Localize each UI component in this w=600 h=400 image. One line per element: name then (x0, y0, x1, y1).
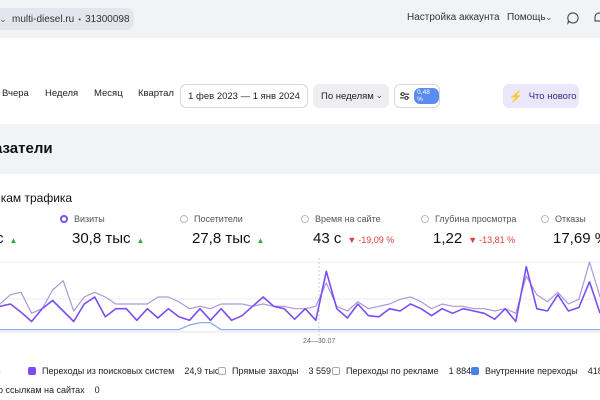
account-settings-link[interactable]: Настройка аккаунта (407, 12, 500, 23)
legend-item-direct[interactable]: Прямые заходы 3 559 (218, 366, 331, 376)
legend-item-search[interactable]: Переходы из поисковых систем 24,9 тыс (28, 366, 219, 376)
chevron-down-icon: ⌄ (375, 90, 383, 100)
whats-new-label: Что нового (528, 90, 577, 102)
metric-value: 17,69 % (553, 230, 600, 247)
grouping-value: По неделям (321, 90, 374, 102)
radio-icon (180, 215, 188, 223)
period-yesterday[interactable]: Вчера (2, 88, 29, 99)
notifications-icon[interactable] (592, 11, 600, 25)
radio-icon (301, 215, 309, 223)
metric-bounce[interactable]: Отказы 17,69 % (541, 212, 600, 247)
chart-title: икам трафика (0, 191, 73, 205)
section-title: азатели (0, 140, 53, 157)
series-line-1 (0, 261, 600, 314)
radio-selected-icon (60, 215, 68, 223)
radio-icon (541, 215, 549, 223)
metric-label (0, 212, 17, 226)
legend-label: Внутренние переходы (485, 366, 578, 376)
x-tick-label: 24—30.07 (303, 338, 336, 345)
counter-id: 31300098 (85, 13, 130, 25)
metric-0[interactable]: с▲ (0, 212, 17, 247)
legend-item-links[interactable]: о ссылкам на сайтах 0 (0, 385, 100, 395)
metric-depth[interactable]: Глубина просмотра 1,22 ▼ -13,81 % (421, 212, 516, 247)
lightning-icon: ⚡ (509, 90, 523, 103)
chart-legend: с Переходы из поисковых систем 24,9 тыс … (0, 360, 600, 400)
legend-value: 24,9 тыс (184, 366, 220, 376)
help-menu[interactable]: Помощь (507, 12, 546, 23)
separator-dot: • (78, 14, 82, 24)
whats-new-button[interactable]: ⚡ Что нового (503, 84, 579, 108)
period-quarter[interactable]: Квартал (138, 88, 174, 99)
legend-item-internal[interactable]: Внутренние переходы 418 (471, 366, 600, 376)
legend-item[interactable]: с (0, 366, 1, 376)
trend-down-icon: ▼ (347, 235, 357, 245)
legend-value: 418 (587, 366, 600, 376)
metric-label: Время на сайте (315, 214, 381, 224)
metric-label: Отказы (555, 214, 586, 224)
legend-label: о ссылкам на сайтах (0, 385, 85, 395)
checkbox-checked-icon (471, 367, 479, 375)
legend-label: Переходы из поисковых систем (42, 366, 175, 376)
legend-value: 1 884 (448, 366, 472, 376)
legend-value: 3 559 (308, 366, 331, 376)
period-month[interactable]: Месяц (94, 88, 123, 99)
metric-change: -19,09 % (358, 235, 395, 245)
metric-value: с (0, 230, 4, 247)
series-line-2 (0, 322, 600, 331)
legend-label: с (0, 366, 1, 376)
section-header (0, 124, 600, 174)
radio-icon (421, 215, 429, 223)
date-range-picker[interactable]: 1 фев 2023 — 1 янв 2024 (180, 84, 308, 108)
metric-value: 30,8 тыс (72, 230, 131, 247)
legend-item-ads[interactable]: Переходы по рекламе 1 884 (332, 366, 471, 376)
metric-label: Посетители (194, 214, 243, 224)
chat-icon[interactable] (566, 11, 580, 25)
metric-label: Визиты (74, 214, 105, 224)
site-selector[interactable]: ⌄ multi-diesel.ru • 31300098 (0, 8, 134, 30)
period-week[interactable]: Неделя (45, 88, 78, 99)
metric-label: Глубина просмотра (435, 214, 517, 224)
trend-up-icon: ▲ (136, 236, 145, 245)
legend-value: 0 (94, 385, 100, 395)
metric-value: 27,8 тыс (192, 230, 251, 247)
checkbox-icon (332, 367, 340, 375)
sliders-icon (399, 92, 410, 100)
legend-label: Прямые заходы (232, 366, 299, 376)
trend-up-icon: ▲ (9, 236, 18, 245)
chevron-down-icon: ⌄ (545, 12, 553, 22)
metric-value: 43 с (313, 230, 342, 247)
checkbox-checked-icon (28, 367, 36, 375)
metric-visitors[interactable]: Посетители 27,8 тыс ▲ (180, 212, 264, 247)
grouping-select[interactable]: По неделям ⌄ (313, 84, 389, 108)
metric-time-on-site[interactable]: Время на сайте 43 с ▼ -19,09 % (301, 212, 394, 247)
metric-change: -13,81 % (479, 235, 516, 245)
filter-button[interactable]: 0,48 % (394, 84, 440, 108)
traffic-line-chart[interactable] (0, 258, 600, 338)
legend-label: Переходы по рекламе (346, 366, 439, 376)
trend-up-icon: ▲ (256, 236, 265, 245)
chevron-down-icon: ⌄ (0, 13, 7, 24)
trend-down-icon: ▼ (468, 235, 478, 245)
metric-visits[interactable]: Визиты 30,8 тыс ▲ (60, 212, 144, 247)
site-name: multi-diesel.ru (12, 13, 75, 25)
filter-badge: 0,48 % (414, 88, 439, 104)
metric-value: 1,22 (433, 230, 463, 247)
top-bar: ⌄ multi-diesel.ru • 31300098 Настройка а… (0, 0, 600, 38)
checkbox-icon (218, 367, 226, 375)
